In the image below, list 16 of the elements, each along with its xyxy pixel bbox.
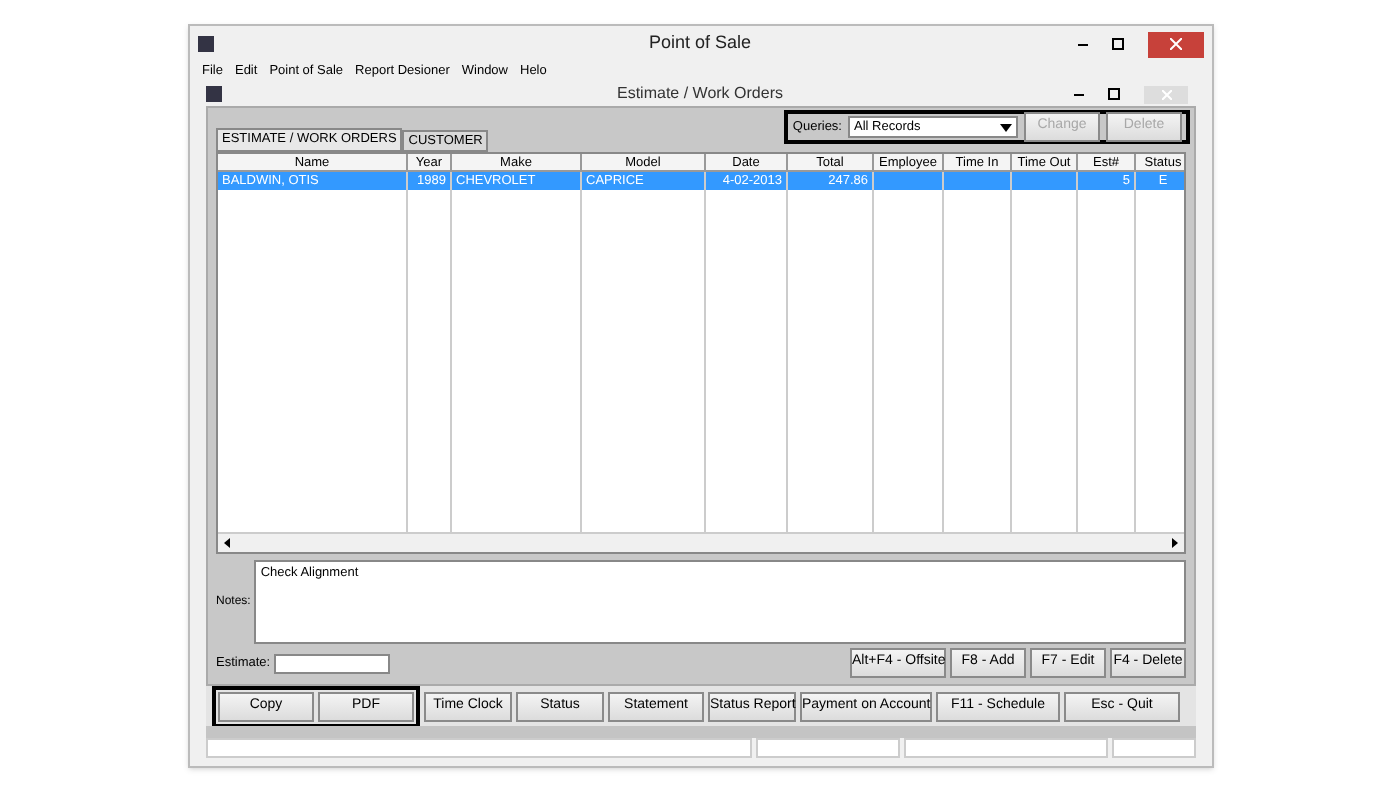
minimize-icon[interactable] [1078,43,1088,45]
dropdown-arrow-icon [1000,123,1012,131]
window-title: Estimate / Work Orders [615,82,785,106]
scroll-right-icon [1168,536,1182,550]
estimate-field[interactable] [274,653,391,673]
close-button[interactable] [1148,31,1204,57]
scroll-left-icon [220,536,234,550]
app-icon [206,86,222,102]
window-title: Point of Sale [646,30,754,57]
close-icon [1170,38,1182,50]
horizontal-scrollbar[interactable] [218,532,1184,552]
maximize-icon[interactable] [1112,38,1124,50]
maximize-icon[interactable] [1108,88,1120,100]
minimize-icon[interactable] [1074,93,1084,95]
close-icon [1161,89,1171,99]
app-icon [198,36,214,52]
